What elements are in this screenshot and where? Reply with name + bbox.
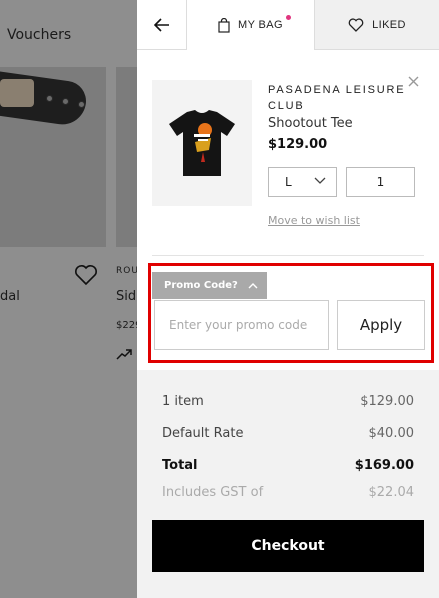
- promo-code-toggle-label: Promo Code?: [164, 280, 238, 291]
- divider: [152, 255, 424, 256]
- product-price-fragment: $229: [116, 320, 137, 331]
- sandal-stud: [46, 95, 53, 102]
- bag-drawer: MY BAG LIKED PASADENA LEISURE CLUB Shoot…: [137, 0, 439, 598]
- heart-icon: [348, 17, 364, 32]
- promo-code-section: Promo Code? Apply: [148, 263, 434, 363]
- product-image-sandal[interactable]: [0, 67, 106, 247]
- quantity-input[interactable]: 1: [346, 167, 415, 197]
- heart-icon[interactable]: [74, 264, 98, 286]
- notification-dot: [286, 15, 291, 20]
- product-name-fragment: dal: [0, 289, 20, 304]
- size-select[interactable]: L: [268, 167, 337, 197]
- chevron-up-icon: [248, 283, 258, 289]
- size-value: L: [285, 175, 292, 189]
- promo-code-toggle[interactable]: Promo Code?: [152, 272, 267, 299]
- chevron-down-icon: [314, 177, 326, 184]
- vouchers-link[interactable]: Vouchers: [7, 27, 71, 43]
- tab-liked-label: LIKED: [372, 18, 406, 31]
- drawer-tabs: MY BAG LIKED: [137, 0, 439, 50]
- back-button[interactable]: [137, 0, 187, 50]
- tshirt-image: [169, 110, 235, 176]
- gst-value: $22.04: [368, 485, 415, 500]
- items-label: 1 item: [162, 394, 204, 409]
- checkout-button[interactable]: Checkout: [152, 520, 424, 572]
- sandal-stud: [78, 101, 85, 108]
- arrow-left-icon: [153, 17, 169, 32]
- tab-liked[interactable]: LIKED: [314, 0, 439, 50]
- promo-code-input[interactable]: [154, 300, 329, 350]
- total-value: $169.00: [354, 458, 414, 473]
- tab-my-bag-label: MY BAG: [238, 19, 283, 31]
- move-to-wish-list-link[interactable]: Move to wish list: [268, 214, 360, 227]
- shipping-label: Default Rate: [162, 426, 244, 441]
- background-page: Vouchers dal ROU Sid $229: [0, 0, 137, 598]
- sandal-buckle: [0, 79, 34, 107]
- gst-label: Includes GST of: [162, 485, 264, 500]
- items-value: $129.00: [360, 394, 414, 409]
- order-summary: 1 item $129.00 Default Rate $40.00 Total…: [137, 370, 439, 598]
- product-name: Shootout Tee: [268, 116, 353, 131]
- remove-item-button[interactable]: [404, 72, 422, 90]
- shopping-bag-icon: [218, 17, 230, 33]
- close-icon: [408, 76, 418, 86]
- shipping-value: $40.00: [368, 426, 415, 441]
- tab-my-bag[interactable]: MY BAG: [187, 0, 314, 50]
- product-brand-fragment: ROU: [116, 266, 137, 276]
- product-thumbnail[interactable]: [152, 80, 252, 206]
- apply-promo-button[interactable]: Apply: [337, 300, 425, 350]
- total-label: Total: [162, 458, 198, 473]
- trending-icon: [116, 349, 132, 360]
- sandal-stud: [62, 98, 69, 105]
- product-image-second[interactable]: [116, 67, 137, 247]
- product-brand: PASADENA LEISURE CLUB: [268, 84, 406, 112]
- product-name-fragment: Sid: [116, 289, 137, 304]
- bag-item: PASADENA LEISURE CLUB Shootout Tee $129.…: [152, 76, 424, 240]
- product-price: $129.00: [268, 137, 328, 152]
